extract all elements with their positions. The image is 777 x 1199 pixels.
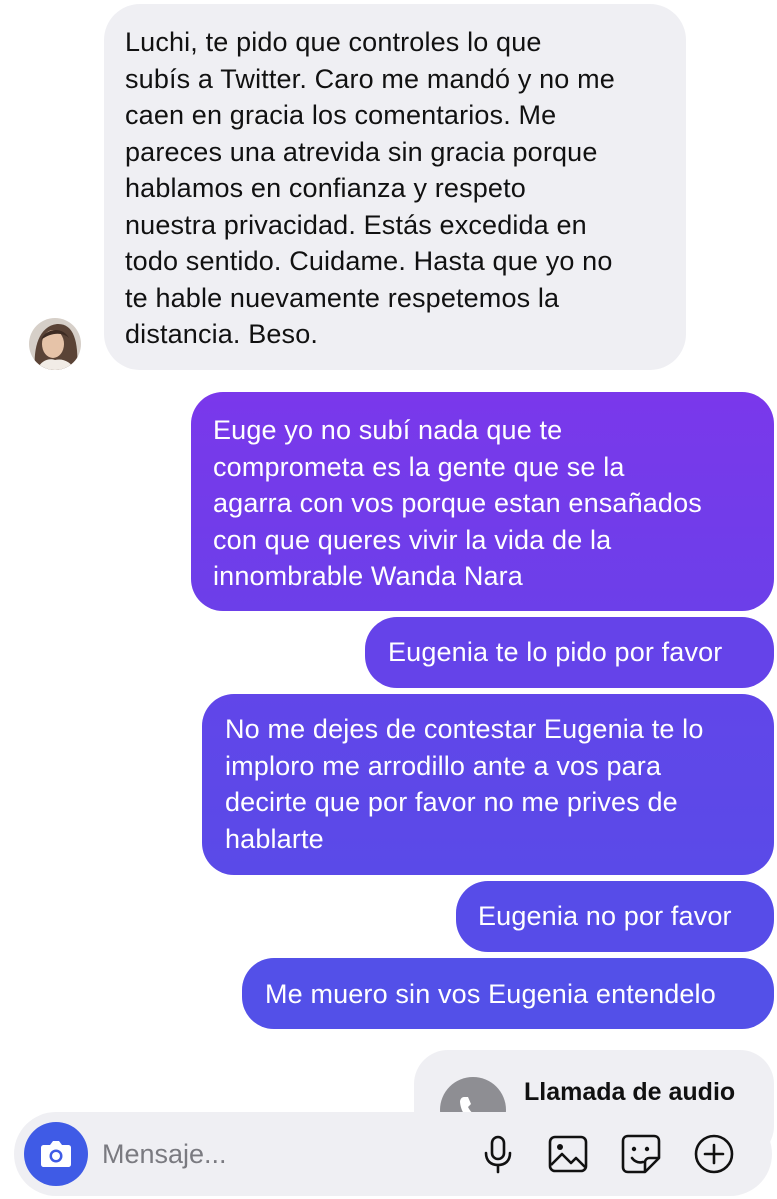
outgoing-message[interactable]: Eugenia te lo pido por favor [365, 617, 774, 688]
outgoing-message[interactable]: Eugenia no por favor [456, 881, 774, 952]
camera-button[interactable] [24, 1122, 88, 1186]
outgoing-message[interactable]: Me muero sin vos Eugenia entendelo [242, 958, 774, 1029]
more-options-button[interactable] [691, 1131, 737, 1177]
message-input[interactable] [102, 1132, 442, 1176]
call-title: Llamada de audio [524, 1078, 736, 1106]
sticker-icon [621, 1134, 661, 1174]
outgoing-message[interactable]: Euge yo no subí nada que te comprometa e… [191, 392, 774, 611]
plus-icon [694, 1134, 734, 1174]
gallery-button[interactable] [545, 1131, 591, 1177]
sticker-button[interactable] [618, 1131, 664, 1177]
camera-icon [41, 1141, 71, 1167]
outgoing-message[interactable]: No me dejes de contestar Eugenia te lo i… [202, 694, 774, 875]
microphone-button[interactable] [475, 1131, 521, 1177]
contact-avatar[interactable] [29, 318, 81, 370]
avatar-photo [29, 318, 81, 370]
message-composer [14, 1112, 772, 1196]
microphone-icon [484, 1135, 512, 1174]
chat-screen: Luchi, te pido que controles lo que subí… [0, 0, 777, 1199]
gallery-icon [548, 1135, 588, 1173]
incoming-message[interactable]: Luchi, te pido que controles lo que subí… [104, 4, 686, 370]
